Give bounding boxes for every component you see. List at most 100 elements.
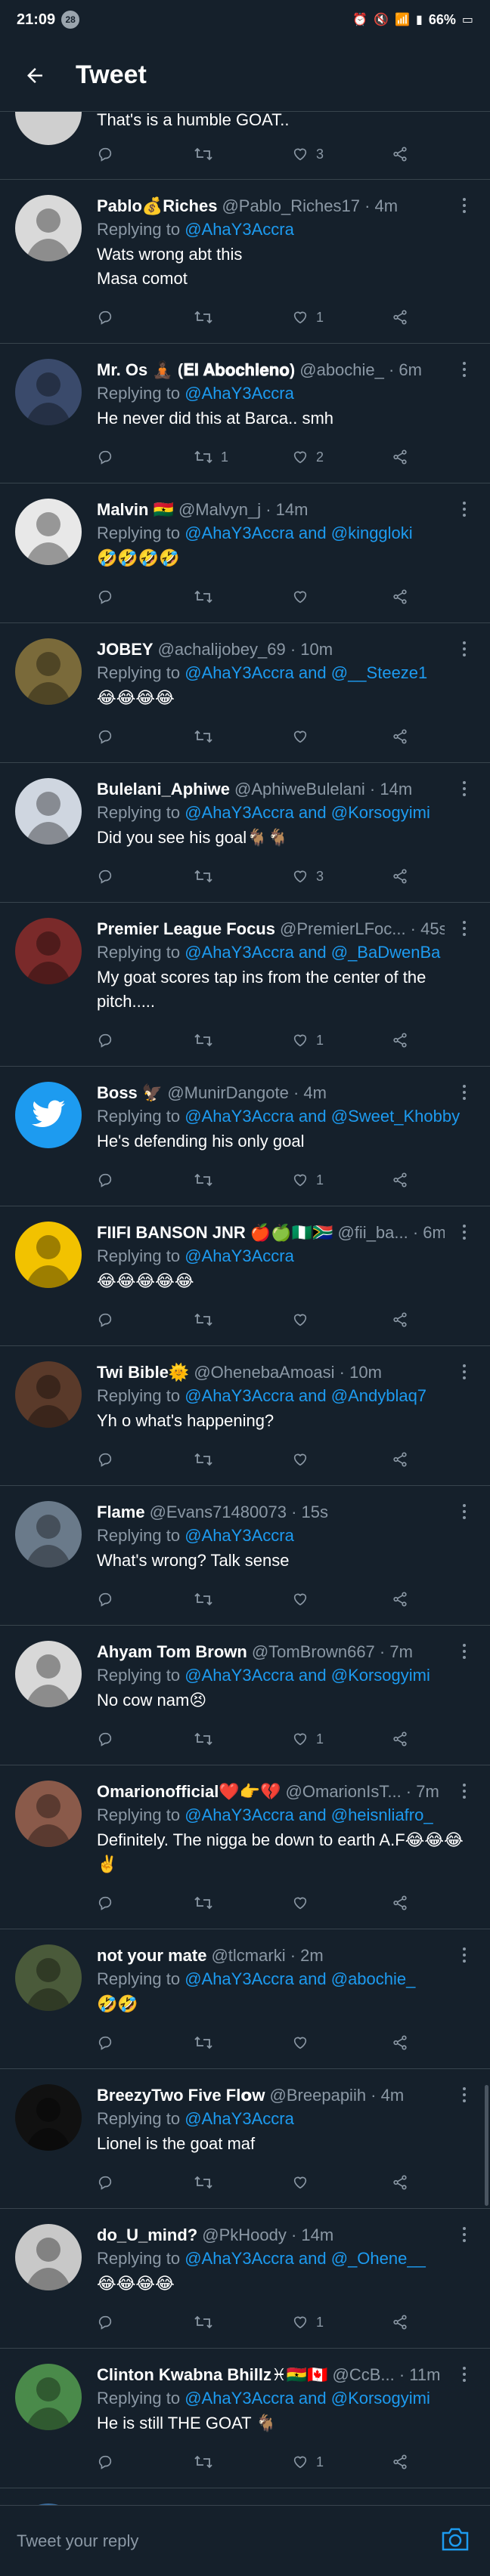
avatar[interactable] — [15, 1222, 82, 1288]
camera-icon[interactable] — [440, 2525, 473, 2556]
author-handle[interactable]: @PremierLFoc... · 45s — [280, 918, 445, 941]
avatar[interactable] — [15, 2224, 82, 2290]
share-button[interactable] — [392, 1032, 408, 1049]
more-icon[interactable] — [455, 1083, 473, 1101]
share-button[interactable] — [392, 1895, 408, 1911]
share-button[interactable] — [392, 1172, 408, 1188]
retweet-button[interactable] — [194, 1591, 221, 1608]
avatar[interactable] — [15, 2364, 82, 2430]
tweet[interactable]: not your mate @tlcmarki · 2m Replying to @… — [0, 1929, 490, 2069]
mention-link[interactable]: @AhaY3Accra and @Andyblaq7 — [185, 1386, 426, 1405]
tweet[interactable]: Bulelani_Aphiwe @AphiweBulelani · 14m Repl… — [0, 763, 490, 903]
partial-tweet[interactable]: That's is a humble GOAT.. 3 — [0, 112, 490, 180]
like-button[interactable] — [292, 1451, 316, 1468]
avatar[interactable] — [15, 195, 82, 261]
retweet-button[interactable] — [194, 2034, 221, 2051]
retweet-button[interactable] — [194, 2314, 221, 2330]
reply-button[interactable] — [97, 2034, 121, 2051]
retweet-button[interactable] — [194, 1895, 221, 1911]
mention-link[interactable]: @AhaY3Accra — [185, 384, 294, 403]
mention-link[interactable]: @AhaY3Accra and @Korsogyimi — [185, 1666, 430, 1685]
like-button[interactable] — [292, 2034, 316, 2051]
reply-button[interactable] — [97, 1731, 121, 1747]
author-handle[interactable]: @Pablo_Riches17 · 4m — [222, 195, 398, 218]
avatar[interactable] — [15, 1361, 82, 1428]
author-handle[interactable]: @Malvyn_j · 14m — [178, 499, 309, 521]
reply-button[interactable] — [97, 868, 121, 885]
author-name[interactable]: Pablo💰Riches — [97, 195, 217, 218]
avatar[interactable] — [15, 2084, 82, 2151]
like-button[interactable] — [292, 588, 316, 605]
reply-button[interactable] — [97, 146, 113, 162]
tweet[interactable]: Malvin 🇬🇭 @Malvyn_j · 14m Replying to @Aha… — [0, 483, 490, 623]
reply-button[interactable] — [97, 728, 121, 745]
like-button[interactable]: 1 — [292, 1032, 324, 1049]
share-button[interactable] — [392, 2174, 408, 2191]
author-handle[interactable]: @fii_ba... · 6m — [337, 1222, 445, 1244]
author-handle[interactable]: @AphiweBulelani · 14m — [234, 778, 412, 801]
like-button[interactable] — [292, 2174, 316, 2191]
author-name[interactable]: not your mate — [97, 1944, 206, 1967]
reply-button[interactable] — [97, 1032, 121, 1049]
reply-input[interactable]: Tweet your reply — [17, 2531, 138, 2551]
share-button[interactable] — [392, 1451, 408, 1468]
retweet-button[interactable] — [194, 1731, 221, 1747]
scrollbar[interactable] — [485, 2085, 488, 2206]
retweet-button[interactable]: 1 — [194, 449, 228, 465]
share-button[interactable] — [392, 1591, 408, 1608]
mention-link[interactable]: @AhaY3Accra and @abochie_ — [185, 1969, 415, 1988]
retweet-button[interactable] — [194, 146, 213, 162]
author-handle[interactable]: @CcB... · 11m — [333, 2364, 441, 2386]
author-name[interactable]: Premier League Focus — [97, 918, 275, 941]
mention-link[interactable]: @AhaY3Accra and @kinggloki — [185, 524, 413, 542]
author-handle[interactable]: @TomBrown667 · 7m — [252, 1641, 413, 1663]
author-name[interactable]: FIIFI BANSON JNR 🍎🍏🇳🇬🇿🇦 — [97, 1222, 333, 1244]
avatar[interactable] — [15, 499, 82, 565]
author-handle[interactable]: @MunirDangote · 4m — [167, 1082, 327, 1104]
avatar[interactable] — [15, 918, 82, 984]
more-icon[interactable] — [455, 1223, 473, 1241]
author-name[interactable]: Boss 🦅 — [97, 1082, 163, 1104]
avatar[interactable] — [15, 1944, 82, 2011]
reply-button[interactable] — [97, 2174, 121, 2191]
retweet-button[interactable] — [194, 728, 221, 745]
share-button[interactable] — [392, 1311, 408, 1328]
share-button[interactable] — [392, 146, 408, 162]
reply-button[interactable] — [97, 1172, 121, 1188]
retweet-button[interactable] — [194, 309, 221, 326]
retweet-button[interactable] — [194, 1032, 221, 1049]
share-button[interactable] — [392, 449, 408, 465]
reply-button[interactable] — [97, 1895, 121, 1911]
share-button[interactable] — [392, 728, 408, 745]
more-icon[interactable] — [455, 360, 473, 378]
reply-button[interactable] — [97, 449, 121, 465]
avatar[interactable] — [15, 359, 82, 425]
mention-link[interactable]: @AhaY3Accra and @_BaDwenBa — [185, 943, 440, 962]
retweet-button[interactable] — [194, 2454, 221, 2470]
mention-link[interactable]: @AhaY3Accra and @Sweet_Khobby — [185, 1107, 460, 1126]
author-name[interactable]: Bulelani_Aphiwe — [97, 778, 230, 801]
share-button[interactable] — [392, 1731, 408, 1747]
mention-link[interactable]: @AhaY3Accra — [185, 220, 294, 239]
mention-link[interactable]: @AhaY3Accra and @Korsogyimi — [185, 2389, 430, 2408]
like-button[interactable] — [292, 728, 316, 745]
share-button[interactable] — [392, 2454, 408, 2470]
like-button[interactable]: 1 — [292, 2454, 324, 2470]
share-button[interactable] — [392, 2034, 408, 2051]
like-button[interactable]: 1 — [292, 1172, 324, 1188]
tweet[interactable]: Mr. Os 🧘🏿 (𝐄𝐥 𝐀𝐛𝐨𝐜𝐡𝐢𝐞𝐧𝐨) @abochie_ · 6m Re… — [0, 344, 490, 483]
reply-button[interactable] — [97, 2314, 121, 2330]
like-button[interactable]: 2 — [292, 449, 324, 465]
author-name[interactable]: BreezyTwo Five Fl𝗼w — [97, 2084, 265, 2107]
back-arrow-icon[interactable] — [20, 60, 50, 91]
more-icon[interactable] — [455, 2225, 473, 2244]
author-handle[interactable]: @OmarionIsT... · 7m — [286, 1781, 439, 1803]
tweet[interactable]: BreezyTwo Five Fl𝗼w @Breepapiih · 4m Reply… — [0, 2069, 490, 2209]
like-button[interactable] — [292, 1591, 316, 1608]
like-button[interactable]: 1 — [292, 309, 324, 326]
author-name[interactable]: Malvin 🇬🇭 — [97, 499, 174, 521]
share-button[interactable] — [392, 2314, 408, 2330]
like-button[interactable]: 3 — [292, 868, 324, 885]
like-button[interactable]: 1 — [292, 1731, 324, 1747]
avatar[interactable] — [15, 778, 82, 845]
